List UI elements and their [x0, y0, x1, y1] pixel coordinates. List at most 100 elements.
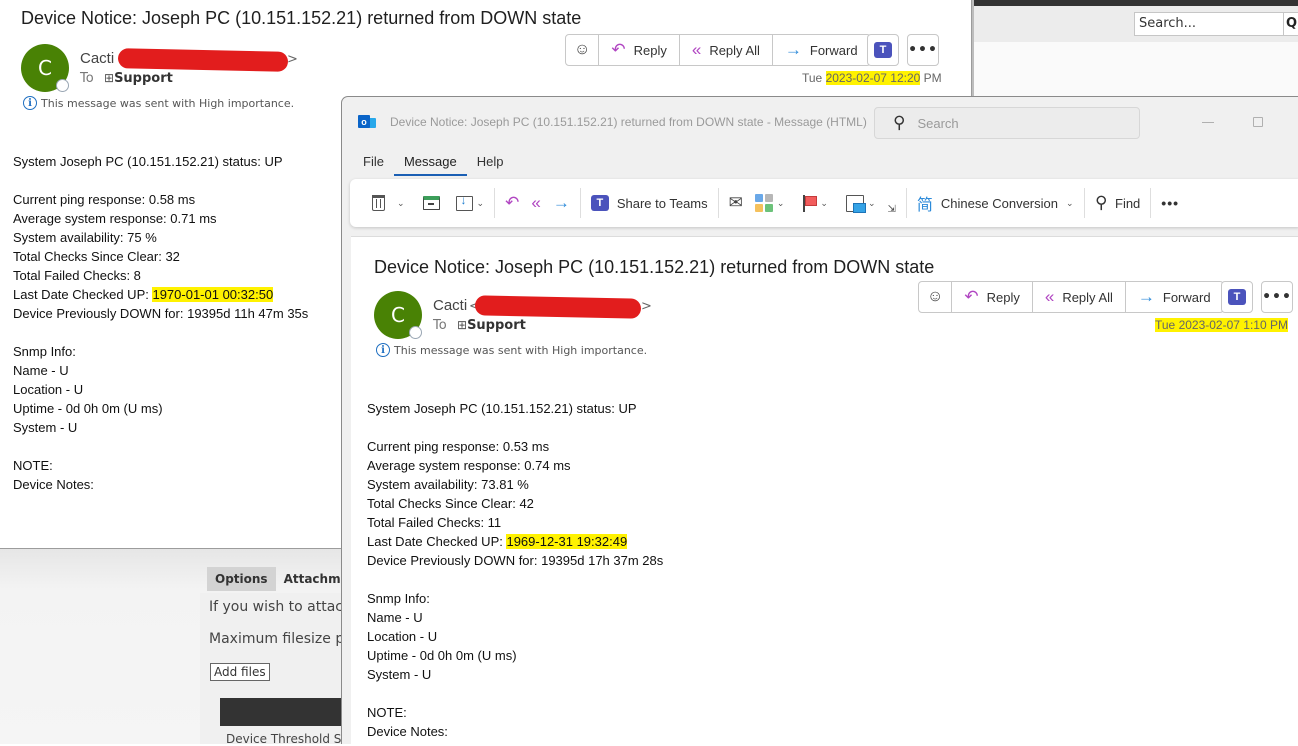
rules-button[interactable]: ⌄ [840, 187, 882, 219]
search-placeholder: Search [917, 115, 959, 131]
chinese-conversion-label: Chinese Conversion [940, 195, 1058, 211]
reply-all-icon: « [1044, 287, 1055, 306]
reaction-button[interactable]: ☺ [919, 282, 953, 312]
chevron-down-icon: ⌄ [1066, 197, 1074, 208]
note-label: NOTE: [367, 705, 407, 720]
to-label: To [433, 318, 447, 333]
reply-button[interactable]: ↶ Reply [599, 35, 680, 65]
chinese-conversion-button[interactable]: 简 Chinese Conversion ⌄ [911, 187, 1080, 219]
forward-icon: → [784, 40, 802, 59]
importance-text: This message was sent with High importan… [394, 343, 648, 357]
importance-banner: i This message was sent with High importa… [23, 96, 294, 110]
message-subject: Device Notice: Joseph PC (10.151.152.21)… [21, 8, 582, 28]
avatar-initial: C [391, 303, 405, 327]
filesize-info: Maximum filesize pe [209, 631, 345, 647]
chevron-down-icon: ⌄ [776, 197, 785, 208]
menu-file[interactable]: File [353, 152, 394, 176]
reply-all-button[interactable]: « Reply All [680, 35, 773, 65]
envelope-icon: ✉ [728, 193, 743, 212]
failed-checks-line: Total Failed Checks: 11 [367, 515, 502, 530]
info-icon: i [376, 343, 390, 357]
menu-bar: File Message Help [353, 152, 513, 176]
teams-icon: T [1228, 289, 1246, 305]
more-actions-button[interactable]: ••• [907, 34, 939, 66]
more-actions-button[interactable]: ••• [1261, 281, 1293, 313]
outlook-message-window: o Device Notice: Joseph PC (10.151.152.2… [341, 96, 1298, 745]
ribbon-forward-button[interactable]: → [547, 187, 576, 219]
forward-button[interactable]: → Forward [773, 35, 870, 65]
message-action-bar: ☺ ↶ Reply « Reply All → Forward [565, 34, 871, 66]
minimize-button[interactable] [1202, 122, 1214, 123]
message-subject: Device Notice: Joseph PC (10.151.152.21)… [374, 257, 935, 277]
categorize-button[interactable]: ⌄ [749, 187, 791, 219]
note-label: NOTE: [13, 458, 53, 473]
previously-down-line: Device Previously DOWN for: 19395d 17h 3… [367, 553, 664, 568]
recipient-group[interactable]: ⊞Support [104, 71, 173, 86]
menu-help[interactable]: Help [467, 152, 514, 176]
move-button[interactable]: ⌄ [450, 187, 491, 219]
recipient-group[interactable]: ⊞Support [457, 318, 526, 333]
delete-dropdown[interactable]: ⌄ [391, 187, 411, 219]
total-checks-line: Total Checks Since Clear: 32 [13, 249, 180, 264]
failed-checks-line: Total Failed Checks: 8 [13, 268, 141, 283]
find-button[interactable]: ⚲ Find [1089, 187, 1147, 219]
sender-name[interactable]: Cacti [80, 50, 114, 67]
ribbon-more-button[interactable]: ••• [1155, 187, 1185, 219]
availability-line: System availability: 73.81 % [367, 477, 529, 492]
archive-button[interactable] [417, 187, 446, 219]
forward-button[interactable]: → Forward [1126, 282, 1223, 312]
title-bar[interactable]: o Device Notice: Joseph PC (10.151.152.2… [342, 97, 1298, 149]
device-notes-label: Device Notes: [367, 724, 448, 739]
expand-group-icon[interactable]: ⊞ [457, 318, 467, 332]
web-search-button[interactable]: Q [1284, 12, 1298, 36]
sender-name[interactable]: Cacti [433, 297, 467, 314]
date-highlighted: 2023-02-07 12:20 [825, 71, 921, 85]
snmp-uptime: Uptime - 0d 0h 0m (U ms) [13, 401, 163, 416]
mark-read-button[interactable]: ✉ [723, 187, 749, 219]
share-to-teams-button[interactable]: T Share to Teams [585, 187, 714, 219]
ribbon-reply-button[interactable]: ↶ [499, 187, 525, 219]
chevron-down-icon: ⌄ [397, 197, 405, 208]
forward-label: Forward [809, 42, 858, 58]
reply-button[interactable]: ↶ Reply [952, 282, 1033, 312]
forward-icon: → [552, 193, 570, 212]
avg-response-line: Average system response: 0.74 ms [367, 458, 571, 473]
ribbon-separator [1150, 188, 1152, 218]
snmp-uptime: Uptime - 0d 0h 0m (U ms) [367, 648, 517, 663]
smiley-icon: ☺ [574, 41, 591, 58]
tab-options[interactable]: Options [207, 567, 276, 591]
reply-all-button[interactable]: « Reply All [1033, 282, 1126, 312]
reply-label: Reply [633, 42, 667, 58]
date-ampm: PM [920, 71, 942, 85]
snmp-name: Name - U [13, 363, 69, 378]
share-to-teams-label: Share to Teams [616, 195, 708, 211]
search-icon: ⚲ [893, 113, 906, 132]
reply-all-label: Reply All [709, 42, 760, 58]
redacted-email [117, 48, 289, 72]
teams-button[interactable]: T [867, 34, 899, 66]
expand-group-icon[interactable]: ⊞ [104, 71, 114, 85]
reading-pane: Device Notice: Joseph PC (10.151.152.21)… [351, 236, 1298, 745]
rules-icon [845, 194, 866, 213]
status-line: System Joseph PC (10.151.152.21) status:… [13, 154, 283, 169]
maximize-button[interactable] [1253, 117, 1263, 127]
delete-button[interactable] [366, 187, 391, 219]
last-checked-label: Last Date Checked UP: [367, 534, 507, 549]
more-icon: ••• [1262, 289, 1292, 305]
ribbon-reply-all-button[interactable]: « [525, 187, 546, 219]
web-search-input[interactable]: Search... [1134, 12, 1284, 36]
recipient-name: Support [114, 71, 173, 86]
window-search-box[interactable]: ⚲ Search [874, 107, 1140, 139]
follow-up-button[interactable]: ⌄ [796, 187, 834, 219]
teams-icon: T [874, 42, 892, 58]
teams-button[interactable]: T [1221, 281, 1253, 313]
presence-status-icon [409, 326, 422, 339]
dialog-launcher[interactable]: ⇲ [882, 193, 902, 225]
status-line: System Joseph PC (10.151.152.21) status:… [367, 401, 637, 416]
find-label: Find [1115, 195, 1141, 211]
device-notes-label: Device Notes: [13, 477, 94, 492]
reaction-button[interactable]: ☺ [566, 35, 600, 65]
add-files-button[interactable]: Add files [210, 663, 270, 681]
snmp-system: System - U [367, 667, 432, 682]
menu-message[interactable]: Message [393, 152, 467, 176]
